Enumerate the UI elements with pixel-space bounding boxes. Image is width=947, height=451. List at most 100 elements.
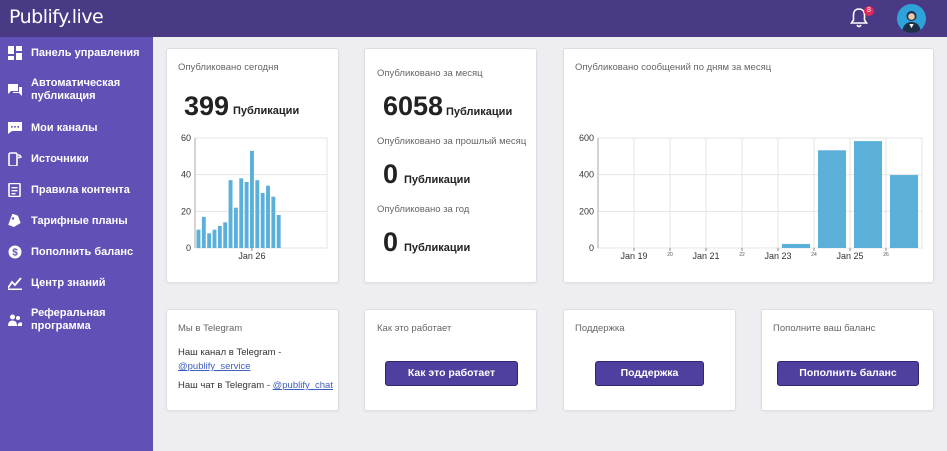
x-tick-label: 24 — [811, 252, 817, 258]
sidebar-item-label: Мои каналы — [31, 122, 98, 134]
prev-month-title: Опубликовано за прошлый месяц — [377, 136, 527, 147]
telegram-channel-label: Наш канал в Telegram - — [178, 347, 282, 358]
chart-bar — [239, 178, 244, 248]
dollar-icon: $ — [8, 245, 22, 259]
card-title: Пополните ваш баланс — [773, 323, 876, 334]
sidebar-item-content-rules[interactable]: Правила контента — [0, 182, 153, 198]
chart-bar — [255, 180, 260, 248]
sidebar-item-label: Центр знаний — [31, 277, 106, 289]
chart-bar — [276, 215, 281, 248]
chart-icon — [8, 277, 22, 290]
svg-text:$: $ — [12, 248, 18, 259]
y-tick-label: 0 — [186, 243, 191, 253]
telegram-chat-text: Наш чат в Telegram - @publify_chat — [178, 379, 338, 393]
document-icon — [8, 183, 21, 197]
chart-bar — [854, 141, 882, 248]
y-tick-label: 0 — [589, 243, 594, 253]
sidebar-item-knowledge-center[interactable]: Центр знаний — [0, 275, 153, 291]
sidebar-item-label: Тарифные планы — [31, 215, 128, 227]
sidebar-item-label: Пополнить баланс — [31, 246, 134, 258]
user-avatar-icon — [902, 11, 921, 33]
x-tick-label: Jan 25 — [836, 251, 863, 261]
chart-bar — [250, 150, 254, 248]
x-tick-label: Jan 21 — [692, 251, 719, 261]
y-tick-label: 40 — [181, 170, 191, 180]
year-count: 0 — [383, 227, 399, 257]
x-tick-label: 26 — [883, 252, 889, 258]
sidebar-item-auto-publish[interactable]: Автоматическая публикация — [0, 77, 153, 103]
chart-bar — [217, 226, 222, 248]
chart-bar — [233, 207, 238, 248]
sidebar-item-label: Автоматическая публикация — [31, 77, 121, 102]
y-tick-label: 400 — [579, 170, 594, 180]
chart-bar — [196, 229, 201, 248]
chart-bar — [201, 216, 206, 248]
x-tick-label: Jan 19 — [620, 251, 647, 261]
top-up-balance-button[interactable]: Пополнить баланс — [777, 361, 919, 386]
x-tick-label: Jan 23 — [764, 251, 791, 261]
chat-icon — [8, 84, 22, 96]
card-daily-chart: Опубликовано сообщений по дням за месяц … — [563, 48, 934, 283]
y-tick-label: 600 — [579, 133, 594, 143]
today-chart: 0 20 40 60 Jan 26 — [181, 133, 328, 261]
sidebar-item-dashboard[interactable]: Панель управления — [0, 45, 153, 61]
daily-chart: 0 200 400 600 Jan 19 20 Jan 21 22 Jan 23 24 Jan 25… — [579, 133, 923, 261]
sidebar-item-tariff-plans[interactable]: Тарифные планы — [0, 213, 153, 229]
people-icon — [8, 314, 22, 326]
telegram-chat-link[interactable]: @publify_chat — [273, 380, 333, 391]
chart-bar — [782, 243, 810, 248]
telegram-chat-label: Наш чат в Telegram - — [178, 380, 270, 391]
dashboard-icon — [8, 46, 22, 60]
chart-bar — [244, 182, 249, 248]
y-tick-label: 20 — [181, 206, 191, 216]
x-tick-label: 20 — [667, 252, 673, 258]
x-tick-label: 22 — [739, 252, 745, 258]
telegram-channel-text: Наш канал в Telegram - @publify_service — [178, 346, 336, 374]
card-title: Опубликовано сегодня — [178, 62, 279, 73]
app-logo[interactable]: Publify.live — [9, 6, 104, 28]
card-title: Опубликовано сообщений по дням за месяц — [575, 62, 772, 73]
prev-month-unit: Публикации — [404, 174, 471, 186]
month-count: 6058 — [383, 91, 444, 121]
chart-bar — [266, 185, 270, 248]
support-button[interactable]: Поддержка — [595, 361, 704, 386]
card-title: Мы в Telegram — [178, 323, 243, 334]
chart-bar — [223, 222, 228, 248]
card-telegram: Мы в Telegram Наш канал в Telegram - @pu… — [166, 309, 339, 411]
card-title: Как это работает — [377, 323, 452, 334]
chart-bar — [890, 175, 918, 248]
sidebar-item-referral[interactable]: Реферальная программа — [0, 307, 153, 333]
card-title: Поддержка — [575, 323, 625, 334]
sidebar-item-label: Панель управления — [31, 47, 140, 59]
message-icon — [8, 122, 22, 134]
notification-badge: 8 — [864, 6, 874, 16]
sidebar: Панель управления Автоматическая публика… — [0, 37, 153, 451]
chart-bar — [260, 193, 265, 248]
year-title: Опубликовано за год — [377, 204, 470, 215]
top-bar: Publify.live 8 — [0, 0, 947, 37]
tag-icon — [8, 214, 21, 227]
year-unit: Публикации — [404, 242, 471, 254]
card-support: Поддержка Поддержка — [563, 309, 736, 411]
chart-bar — [207, 233, 212, 248]
phone-rss-icon — [8, 152, 22, 166]
card-how-it-works: Как это работает Как это работает — [364, 309, 537, 411]
y-tick-label: 200 — [579, 206, 594, 216]
card-title: Опубликовано за месяц — [377, 68, 483, 79]
sidebar-item-my-channels[interactable]: Мои каналы — [0, 120, 153, 136]
month-unit: Публикации — [446, 106, 513, 118]
user-avatar[interactable] — [897, 4, 926, 33]
sidebar-item-top-up[interactable]: $ Пополнить баланс — [0, 244, 153, 260]
x-tick-label: Jan 26 — [238, 251, 265, 261]
card-balance: Пополните ваш баланс Пополнить баланс — [761, 309, 934, 411]
sidebar-item-sources[interactable]: Источники — [0, 151, 153, 167]
card-published-today: Опубликовано сегодня 399 Публикации 0 20 4… — [166, 48, 339, 283]
y-tick-label: 60 — [181, 133, 191, 143]
sidebar-item-label: Реферальная программа — [31, 307, 106, 332]
chart-bar — [212, 229, 217, 248]
sidebar-item-label: Источники — [31, 153, 89, 165]
today-count: 399 — [184, 91, 230, 121]
prev-month-count: 0 — [383, 159, 399, 189]
how-it-works-button[interactable]: Как это работает — [385, 361, 518, 386]
telegram-channel-link[interactable]: @publify_service — [178, 361, 250, 372]
